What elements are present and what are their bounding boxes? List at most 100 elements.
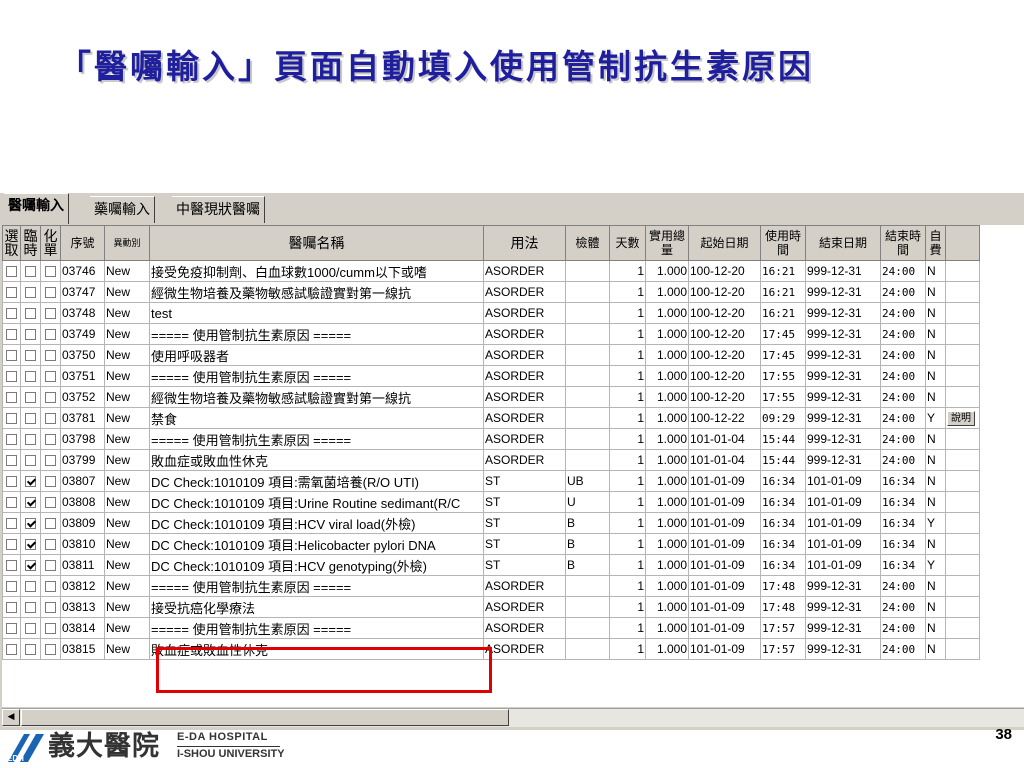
end-date-cell[interactable]: 999-12-31 xyxy=(805,596,881,618)
end-date-cell[interactable]: 999-12-31 xyxy=(805,407,881,429)
specimen-cell[interactable] xyxy=(565,407,610,429)
start-date-cell[interactable]: 100-12-20 xyxy=(688,281,761,303)
days-cell[interactable]: 1 xyxy=(609,575,646,597)
split-checkbox[interactable] xyxy=(45,371,56,383)
table-row[interactable]: 03798 New ===== 使用管制抗生素原因 ===== ASORDER 1 1.0… xyxy=(2,428,980,450)
usage-cell[interactable]: ASORDER xyxy=(483,281,566,303)
self-pay-cell[interactable]: N xyxy=(925,617,946,639)
change-cell[interactable]: New xyxy=(104,596,150,618)
days-cell[interactable]: 1 xyxy=(609,323,646,345)
select-checkbox[interactable] xyxy=(6,329,17,341)
use-time-cell[interactable]: 16:34 xyxy=(760,470,806,492)
col-self-pay-header[interactable]: 自費 xyxy=(925,225,946,261)
start-date-cell[interactable]: 100-12-20 xyxy=(688,302,761,324)
seq-cell[interactable]: 03812 xyxy=(60,575,105,597)
use-time-cell[interactable]: 16:34 xyxy=(760,533,806,555)
order-name-cell[interactable]: 接受免疫抑制劑、白血球數1000/cumm以下或嗜 xyxy=(149,260,484,282)
order-name-cell[interactable]: ===== 使用管制抗生素原因 ===== xyxy=(149,323,484,345)
split-checkbox[interactable] xyxy=(45,329,56,341)
specimen-cell[interactable] xyxy=(565,281,610,303)
end-date-cell[interactable]: 999-12-31 xyxy=(805,260,881,282)
temp-checkbox[interactable] xyxy=(25,581,36,593)
col-temp-header[interactable]: 臨時 xyxy=(20,225,41,261)
usage-cell[interactable]: ASORDER xyxy=(483,596,566,618)
order-name-cell[interactable]: ===== 使用管制抗生素原因 ===== xyxy=(149,575,484,597)
temp-checkbox[interactable] xyxy=(25,602,36,614)
use-time-cell[interactable]: 17:45 xyxy=(760,323,806,345)
specimen-cell[interactable]: B xyxy=(565,554,610,576)
qty-cell[interactable]: 1.000 xyxy=(645,386,689,408)
usage-cell[interactable]: ST xyxy=(483,533,566,555)
qty-cell[interactable]: 1.000 xyxy=(645,638,689,660)
temp-checkbox[interactable] xyxy=(25,371,36,383)
end-time-cell[interactable]: 16:34 xyxy=(880,554,926,576)
split-checkbox[interactable] xyxy=(45,455,56,467)
self-pay-cell[interactable]: N xyxy=(925,638,946,660)
split-checkbox[interactable] xyxy=(45,476,56,488)
split-checkbox[interactable] xyxy=(45,623,56,635)
end-date-cell[interactable]: 999-12-31 xyxy=(805,638,881,660)
usage-cell[interactable]: ST xyxy=(483,512,566,534)
table-row[interactable]: 03814 New ===== 使用管制抗生素原因 ===== ASORDER 1 1.0… xyxy=(2,617,980,639)
select-checkbox[interactable] xyxy=(6,644,17,656)
end-date-cell[interactable]: 101-01-09 xyxy=(805,533,881,555)
days-cell[interactable]: 1 xyxy=(609,449,646,471)
specimen-cell[interactable] xyxy=(565,386,610,408)
specimen-cell[interactable]: UB xyxy=(565,470,610,492)
qty-cell[interactable]: 1.000 xyxy=(645,365,689,387)
usage-cell[interactable]: ST xyxy=(483,554,566,576)
select-checkbox[interactable] xyxy=(6,287,17,299)
col-usage-header[interactable]: 用法 xyxy=(483,225,566,261)
days-cell[interactable]: 1 xyxy=(609,533,646,555)
seq-cell[interactable]: 03798 xyxy=(60,428,105,450)
end-date-cell[interactable]: 999-12-31 xyxy=(805,617,881,639)
end-date-cell[interactable]: 999-12-31 xyxy=(805,344,881,366)
end-date-cell[interactable]: 999-12-31 xyxy=(805,281,881,303)
self-pay-cell[interactable]: N xyxy=(925,491,946,513)
self-pay-cell[interactable]: Y xyxy=(925,407,946,429)
self-pay-cell[interactable]: N xyxy=(925,449,946,471)
end-date-cell[interactable]: 101-01-09 xyxy=(805,512,881,534)
temp-checkbox[interactable] xyxy=(25,518,36,530)
table-row[interactable]: 03751 New ===== 使用管制抗生素原因 ===== ASORDER 1 1.0… xyxy=(2,365,980,387)
start-date-cell[interactable]: 101-01-09 xyxy=(688,533,761,555)
self-pay-cell[interactable]: N xyxy=(925,260,946,282)
change-cell[interactable]: New xyxy=(104,407,150,429)
qty-cell[interactable]: 1.000 xyxy=(645,554,689,576)
change-cell[interactable]: New xyxy=(104,428,150,450)
start-date-cell[interactable]: 101-01-04 xyxy=(688,449,761,471)
self-pay-cell[interactable]: N xyxy=(925,323,946,345)
specimen-cell[interactable] xyxy=(565,638,610,660)
table-row[interactable]: 03809 New DC Check:1010109 項目:HCV viral lo… xyxy=(2,512,980,534)
table-row[interactable]: 03812 New ===== 使用管制抗生素原因 ===== ASORDER 1 1.0… xyxy=(2,575,980,597)
table-row[interactable]: 03750 New 使用呼吸器者 ASORDER 1 1.000 100-12-20 17:4… xyxy=(2,344,980,366)
change-cell[interactable]: New xyxy=(104,386,150,408)
self-pay-cell[interactable]: N xyxy=(925,365,946,387)
seq-cell[interactable]: 03815 xyxy=(60,638,105,660)
col-end-date-header[interactable]: 結束日期 xyxy=(805,225,881,261)
use-time-cell[interactable]: 16:34 xyxy=(760,554,806,576)
use-time-cell[interactable]: 16:34 xyxy=(760,491,806,513)
end-time-cell[interactable]: 24:00 xyxy=(880,428,926,450)
split-checkbox[interactable] xyxy=(45,287,56,299)
specimen-cell[interactable] xyxy=(565,617,610,639)
end-date-cell[interactable]: 999-12-31 xyxy=(805,323,881,345)
use-time-cell[interactable]: 17:48 xyxy=(760,575,806,597)
usage-cell[interactable]: ASORDER xyxy=(483,365,566,387)
col-days-header[interactable]: 天數 xyxy=(609,225,646,261)
self-pay-cell[interactable]: N xyxy=(925,428,946,450)
change-cell[interactable]: New xyxy=(104,365,150,387)
self-pay-cell[interactable]: N xyxy=(925,281,946,303)
days-cell[interactable]: 1 xyxy=(609,302,646,324)
self-pay-cell[interactable]: Y xyxy=(925,512,946,534)
col-start-date-header[interactable]: 起始日期 xyxy=(688,225,761,261)
days-cell[interactable]: 1 xyxy=(609,596,646,618)
split-checkbox[interactable] xyxy=(45,266,56,278)
order-name-cell[interactable]: 敗血症或敗血性休克 xyxy=(149,449,484,471)
start-date-cell[interactable]: 100-12-20 xyxy=(688,344,761,366)
end-date-cell[interactable]: 999-12-31 xyxy=(805,386,881,408)
end-time-cell[interactable]: 24:00 xyxy=(880,575,926,597)
col-end-time-header[interactable]: 結束時間 xyxy=(880,225,926,261)
select-checkbox[interactable] xyxy=(6,308,17,320)
table-row[interactable]: 03807 New DC Check:1010109 項目:需氧菌培養(R/O UT… xyxy=(2,470,980,492)
